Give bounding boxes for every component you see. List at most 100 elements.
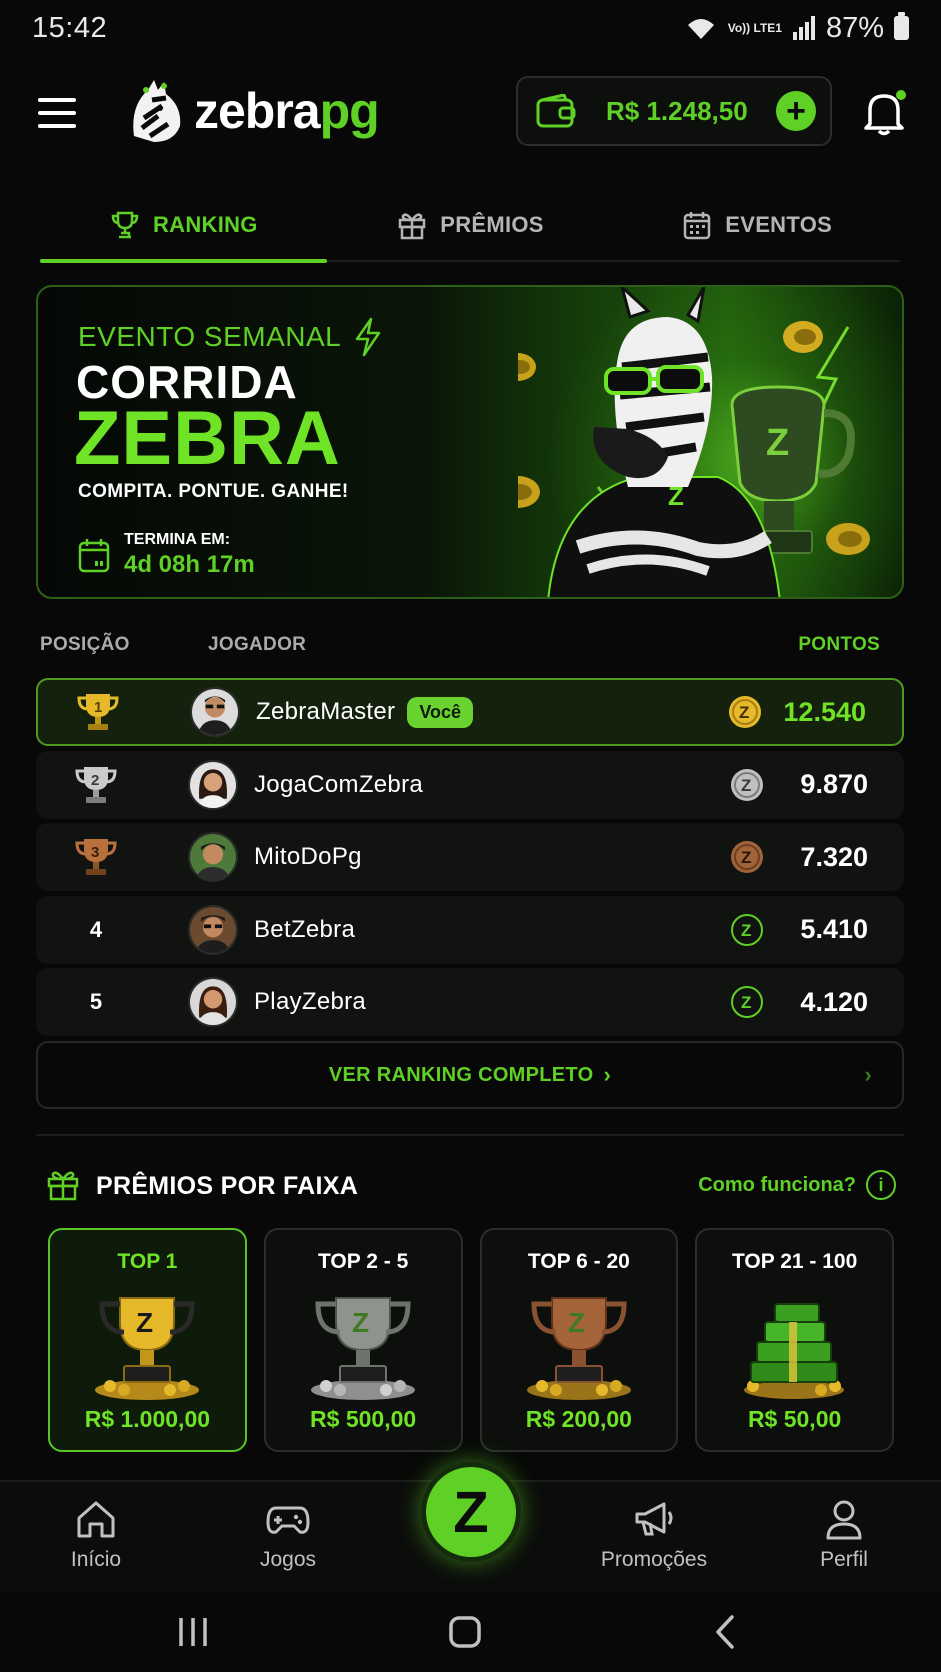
bottom-navigation: Início Jogos Z Promoções Perfil [0,1462,941,1592]
svg-text:Z: Z [568,1307,585,1338]
prize-card[interactable]: TOP 1 Z R$ 1.000,00 [48,1228,247,1452]
row-position: 5 [89,989,103,1014]
countdown-value: 4d 08h 17m [124,551,255,578]
player-name: BetZebra [254,915,356,943]
silver-trophy-icon: 2 [75,766,117,803]
row-position: 2 [36,764,156,806]
brand-logo[interactable]: zebrapg [124,76,380,146]
avatar [188,759,238,810]
section-tabs: RANKING PRÊMIOS EVENTOS [40,190,900,263]
svg-text:Z: Z [352,1307,369,1338]
battery-percent: 87% [825,11,884,44]
nav-promotions[interactable]: Promoções [584,1498,724,1572]
banner-kicker: EVENTO SEMANAL [78,317,383,357]
calendar-icon [684,212,711,240]
status-time: 15:42 [32,11,108,44]
zebra-coin-icon: Z [731,986,763,1018]
row-position: 1 [38,691,158,733]
gift-icon [398,213,426,240]
wallet-icon [536,94,576,128]
ranking-row[interactable]: 4 BetZebra Z 5.410 [36,895,904,964]
network-label: Vo)) LTE1 [727,21,782,35]
row-position: 3 [36,836,156,878]
player-points: 12.540 [783,696,866,727]
nav-profile-label: Perfil [820,1548,868,1571]
svg-text:Z: Z [741,848,751,867]
weekly-event-banner[interactable]: Z Z EVENTO SEMANAL CORRIDA ZEBRA COMPITA… [36,285,904,599]
nav-center-z-button[interactable]: Z [421,1462,521,1562]
svg-text:Z: Z [741,993,751,1012]
back-button[interactable] [700,1612,750,1652]
app-header: zebrapg R$ 1.248,50 + [0,68,941,158]
prizes-title: PRÊMIOS POR FAIXA [96,1172,359,1200]
megaphone-icon [635,1502,673,1536]
column-points: PONTOS [798,634,880,655]
svg-text:3: 3 [91,844,99,861]
recent-apps-icon [179,1618,207,1646]
ranking-row[interactable]: 3 MitoDoPg Z 7.320 [36,823,904,891]
notifications-button[interactable] [862,90,906,136]
ranking-row[interactable]: 5 PlayZebra Z 4.120 [36,968,904,1036]
bronze-trophy-icon: 3 [75,839,117,875]
gold-coin-icon: Z [729,696,761,728]
avatar [188,904,238,955]
tab-events-label: EVENTOS [725,212,833,237]
silver-trophy-icon: Z [310,1297,415,1400]
balance-amount: R$ 1.248,50 [606,95,748,126]
tab-events[interactable]: EVENTOS [613,190,900,260]
banner-title-line2: ZEBRA [74,396,341,481]
banner-tagline: COMPITA. PONTUE. GANHE! [78,481,349,502]
player-points: 5.410 [800,914,868,944]
nav-profile[interactable]: Perfil [774,1498,914,1572]
svg-text:Z: Z [741,776,751,795]
tab-ranking-label: RANKING [152,212,258,237]
prize-tier-label: TOP 1 [117,1250,178,1273]
status-bar: 15:42 Vo)) LTE1 87% [0,0,941,56]
prize-value: R$ 500,00 [310,1406,417,1432]
notification-dot [896,90,906,100]
recent-apps-button[interactable] [168,1612,218,1652]
prize-card[interactable]: TOP 2 - 5 Z R$ 500,00 [263,1228,463,1452]
section-divider [36,1134,904,1136]
trophy-icon [111,211,139,239]
how-it-works-link[interactable]: Como funciona? i [698,1170,896,1200]
wallet-balance-button[interactable]: R$ 1.248,50 + [516,76,832,146]
row-position: 4 [89,916,103,942]
home-icon [77,1501,115,1538]
ranking-row[interactable]: 1 ZebraMaster Você Z 12.540 [36,678,904,746]
add-funds-button[interactable]: + [776,91,816,131]
chevron-right-icon: › [864,1062,872,1087]
signal-icon [792,16,815,40]
ranking-row[interactable]: 2 JogaComZebra Z 9.870 [36,750,904,819]
tab-prizes[interactable]: PRÊMIOS [327,190,614,260]
avatar [190,687,240,737]
tab-ranking[interactable]: RANKING [40,190,327,263]
player-name: MitoDoPg [254,843,362,870]
see-full-ranking-button[interactable]: VER RANKING COMPLETO › › [36,1041,904,1109]
nav-home[interactable]: Início [26,1498,166,1572]
zebra-logo-icon [133,80,181,142]
avatar [188,977,238,1027]
ranking-table-header: POSIÇÃO JOGADOR PONTOS [40,630,880,662]
chevron-right-icon: › [603,1062,612,1087]
player-points: 4.120 [800,986,868,1017]
nav-games-label: Jogos [259,1548,317,1571]
svg-text:1: 1 [94,699,102,716]
you-badge: Você [407,696,474,728]
zebra-mascot-illustration: Z Z [518,287,870,597]
prize-value: R$ 200,00 [525,1406,632,1432]
prize-tier-label: TOP 21 - 100 [731,1250,858,1273]
prize-card[interactable]: TOP 6 - 20 Z R$ 200,00 [479,1228,679,1452]
prize-tiers: TOP 1 Z R$ 1.000,00 TOP 2 - 5 Z R$ 500,0… [48,1228,894,1452]
home-system-button[interactable] [440,1612,490,1652]
prize-card[interactable]: TOP 21 - 100 R$ 50,00 [695,1228,894,1452]
player-points: 9.870 [800,769,868,799]
avatar [188,832,238,882]
gold-trophy-icon: Z [95,1297,199,1400]
user-icon [826,1500,862,1540]
prize-tier-label: TOP 6 - 20 [527,1250,630,1273]
nav-games[interactable]: Jogos [218,1498,358,1572]
gold-trophy-icon: 1 [77,694,119,730]
menu-icon[interactable] [38,98,76,128]
column-position: POSIÇÃO [40,634,130,655]
